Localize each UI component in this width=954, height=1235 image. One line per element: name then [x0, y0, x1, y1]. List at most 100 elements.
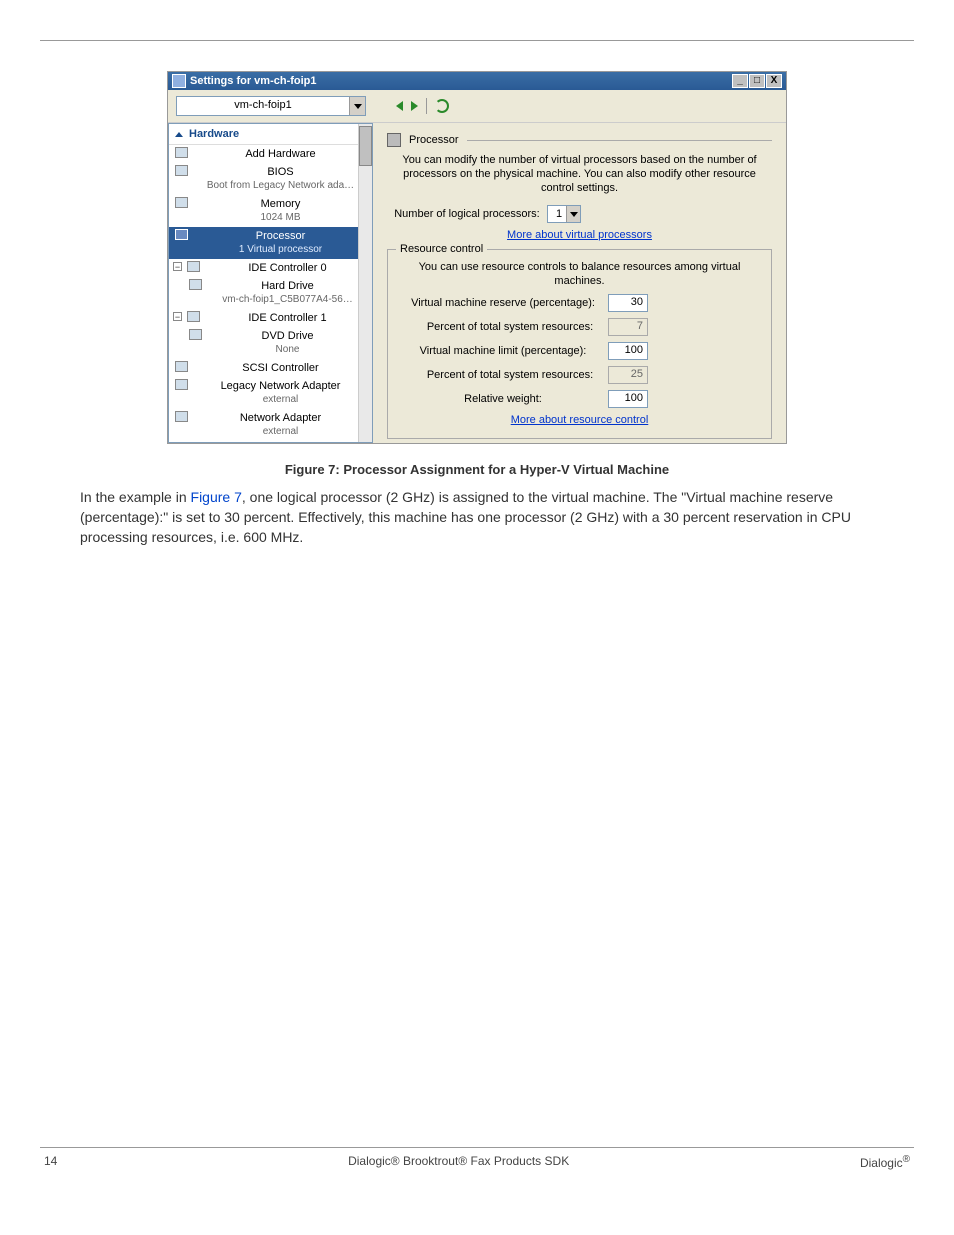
tree-sublabel: None — [207, 343, 368, 357]
about-resource-control-link[interactable]: More about resource control — [398, 414, 761, 426]
tree-header-label: Hardware — [189, 128, 239, 140]
panel-description: You can modify the number of virtual pro… — [387, 153, 772, 195]
tree-item-scsi[interactable]: SCSI Controller — [169, 359, 372, 377]
tree-item-memory[interactable]: Memory 1024 MB — [169, 195, 372, 227]
tree-label: Add Hardware — [245, 148, 315, 160]
reserve-pct-label: Percent of total system resources: — [398, 321, 608, 333]
app-icon — [172, 74, 186, 88]
vm-reserve-row: Virtual machine reserve (percentage): 30 — [398, 294, 761, 312]
nav-forward-icon[interactable] — [411, 101, 418, 111]
tree-scrollbar[interactable] — [358, 124, 372, 442]
controller-icon — [187, 311, 200, 322]
tree-label: Hard Drive — [261, 280, 314, 292]
vm-reserve-input[interactable]: 30 — [608, 294, 648, 312]
nic-icon — [175, 379, 188, 390]
dropdown-icon — [566, 206, 580, 222]
tree-label: DVD Drive — [262, 330, 314, 342]
expander-icon[interactable]: − — [173, 312, 182, 321]
tree-item-add-hardware[interactable]: Add Hardware — [169, 145, 372, 163]
harddrive-icon — [189, 279, 202, 290]
page-footer: 14 Dialogic® Brooktrout® Fax Products SD… — [40, 1148, 914, 1178]
processor-icon — [175, 229, 188, 240]
vm-select[interactable]: vm-ch-foip1 — [176, 96, 366, 116]
settings-dialog: Settings for vm-ch-foip1 _ □ X vm-ch-foi… — [167, 71, 787, 444]
relative-weight-input[interactable]: 100 — [608, 390, 648, 408]
tree-item-ide0[interactable]: − IDE Controller 0 — [169, 259, 372, 277]
tree-label: SCSI Controller — [242, 362, 318, 374]
relative-weight-row: Relative weight: 100 — [398, 390, 761, 408]
resource-control-fieldset: Resource control You can use resource co… — [387, 249, 772, 439]
para-text-a: In the example in — [80, 489, 191, 505]
processor-section-icon — [387, 133, 401, 147]
footer-brand: Dialogic — [860, 1156, 903, 1170]
toolbar: vm-ch-foip1 — [168, 90, 786, 123]
vm-limit-row: Virtual machine limit (percentage): 100 — [398, 342, 761, 360]
footer-page-number: 14 — [44, 1154, 57, 1170]
tree-sublabel: 1 Virtual processor — [193, 243, 368, 257]
dialog-title: Settings for vm-ch-foip1 — [190, 75, 317, 87]
maximize-button[interactable]: □ — [749, 74, 765, 88]
tree-item-com1[interactable]: COM 1 — [169, 441, 372, 443]
footer-reg: ® — [903, 1154, 910, 1165]
nic-icon — [175, 411, 188, 422]
vm-reserve-label: Virtual machine reserve (percentage): — [398, 297, 608, 309]
memory-icon — [175, 197, 188, 208]
figure-container: Settings for vm-ch-foip1 _ □ X vm-ch-foi… — [40, 71, 914, 477]
nav-back-icon[interactable] — [396, 101, 403, 111]
logical-processors-value: 1 — [548, 208, 566, 220]
nav-separator — [426, 98, 427, 114]
processor-panel: Processor You can modify the number of v… — [373, 123, 786, 443]
tree-header[interactable]: Hardware — [169, 124, 372, 145]
minimize-button[interactable]: _ — [732, 74, 748, 88]
reserve-pct-row: Percent of total system resources: 7 — [398, 318, 761, 336]
tree-sublabel: Boot from Legacy Network ada… — [193, 179, 368, 193]
hardware-tree[interactable]: Hardware Add Hardware BIOS Boot from Leg… — [168, 123, 373, 443]
logical-processors-select[interactable]: 1 — [547, 205, 581, 223]
limit-pct-value: 25 — [608, 366, 648, 384]
tree-item-nic[interactable]: Network Adapter external — [169, 409, 372, 441]
tree-item-harddrive[interactable]: Hard Drive vm-ch-foip1_C5B077A4-56… — [169, 277, 372, 309]
about-virtual-processors-link[interactable]: More about virtual processors — [387, 229, 772, 241]
tree-item-processor[interactable]: Processor 1 Virtual processor — [169, 227, 372, 259]
relative-weight-label: Relative weight: — [398, 393, 608, 405]
collapse-icon — [175, 132, 183, 137]
tree-sublabel: external — [193, 393, 368, 407]
footer-center: Dialogic® Brooktrout® Fax Products SDK — [57, 1154, 860, 1170]
tree-sublabel: external — [193, 425, 368, 439]
body-paragraph: In the example in Figure 7, one logical … — [80, 487, 874, 547]
tree-sublabel: vm-ch-foip1_C5B077A4-56… — [207, 293, 368, 307]
tree-label: Legacy Network Adapter — [221, 380, 341, 392]
add-hardware-icon — [175, 147, 188, 158]
controller-icon — [187, 261, 200, 272]
figure-ref-link[interactable]: Figure 7 — [191, 489, 242, 505]
dialog-body: Hardware Add Hardware BIOS Boot from Leg… — [168, 123, 786, 443]
tree-label: IDE Controller 0 — [248, 262, 326, 274]
panel-section-header: Processor — [387, 133, 772, 147]
bios-icon — [175, 165, 188, 176]
footer-right: Dialogic® — [860, 1154, 910, 1170]
tree-item-dvddrive[interactable]: DVD Drive None — [169, 327, 372, 359]
tree-item-ide1[interactable]: − IDE Controller 1 — [169, 309, 372, 327]
tree-label: IDE Controller 1 — [248, 312, 326, 324]
vm-select-value: vm-ch-foip1 — [177, 97, 349, 115]
vm-select-dropdown-icon — [349, 97, 365, 115]
dvd-icon — [189, 329, 202, 340]
blank-space — [40, 547, 914, 1127]
tree-item-legacy-nic[interactable]: Legacy Network Adapter external — [169, 377, 372, 409]
vm-limit-input[interactable]: 100 — [608, 342, 648, 360]
panel-title: Processor — [409, 134, 459, 146]
limit-pct-label: Percent of total system resources: — [398, 369, 608, 381]
figure-caption: Figure 7: Processor Assignment for a Hyp… — [40, 462, 914, 477]
resource-control-desc: You can use resource controls to balance… — [398, 260, 761, 288]
vm-limit-label: Virtual machine limit (percentage): — [398, 345, 608, 357]
tree-label: Processor — [256, 230, 306, 242]
tree-item-bios[interactable]: BIOS Boot from Legacy Network ada… — [169, 163, 372, 195]
logical-processors-row: Number of logical processors: 1 — [387, 205, 772, 223]
close-button[interactable]: X — [766, 74, 782, 88]
limit-pct-row: Percent of total system resources: 25 — [398, 366, 761, 384]
reserve-pct-value: 7 — [608, 318, 648, 336]
expander-icon[interactable]: − — [173, 262, 182, 271]
dialog-titlebar: Settings for vm-ch-foip1 _ □ X — [168, 72, 786, 90]
reload-icon[interactable] — [435, 99, 449, 113]
scsi-icon — [175, 361, 188, 372]
